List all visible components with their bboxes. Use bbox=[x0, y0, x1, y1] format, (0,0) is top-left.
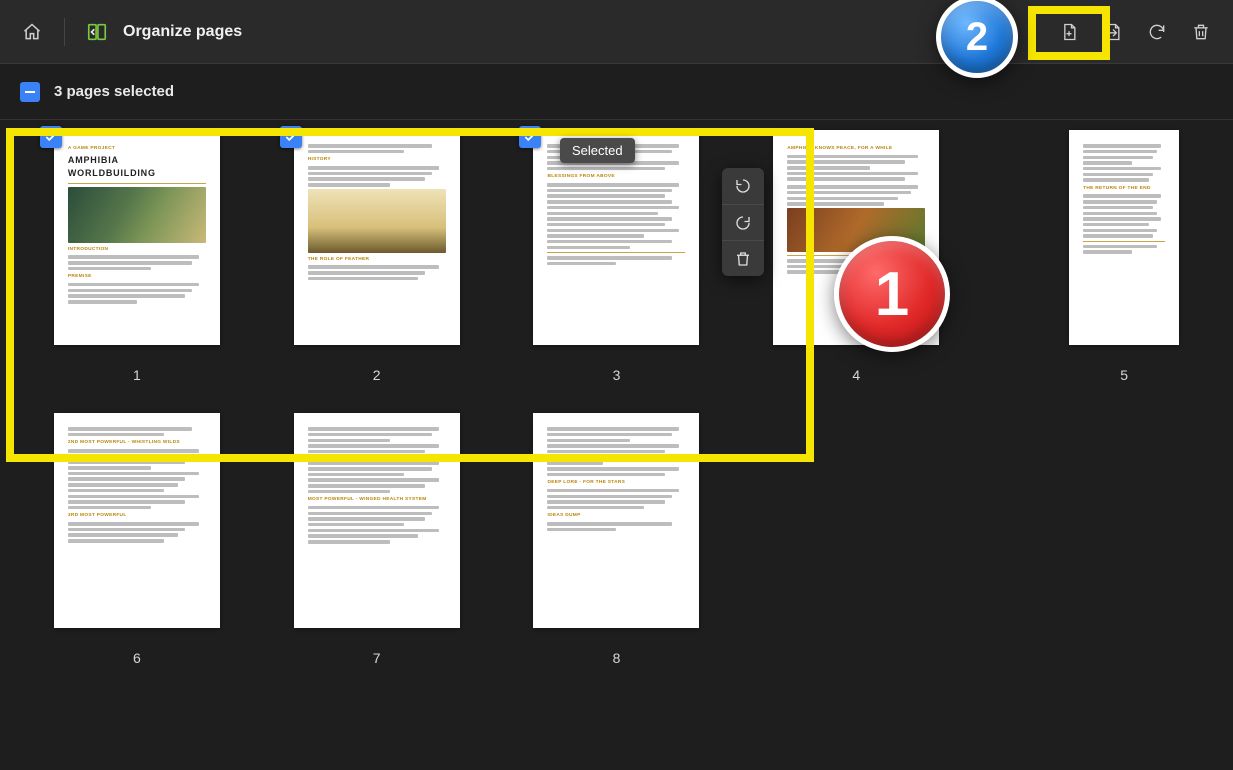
page-thumbnail[interactable]: The Return of the End 5 bbox=[1027, 130, 1221, 383]
extract-page-icon bbox=[1103, 22, 1123, 42]
rotate-icon bbox=[1147, 22, 1167, 42]
page-number: 6 bbox=[133, 650, 141, 666]
rotate-left-icon bbox=[734, 177, 752, 195]
selected-tooltip: Selected bbox=[560, 138, 635, 163]
doc-image bbox=[308, 189, 446, 253]
insert-page-button[interactable] bbox=[1049, 12, 1089, 52]
page-number: 1 bbox=[133, 367, 141, 383]
trash-icon bbox=[734, 250, 752, 268]
page-number: 2 bbox=[373, 367, 381, 383]
indeterminate-icon bbox=[24, 86, 36, 98]
page-number: 8 bbox=[613, 650, 621, 666]
delete-selected-button[interactable] bbox=[722, 240, 764, 276]
rotate-right-button[interactable] bbox=[722, 204, 764, 240]
page-thumbnail[interactable]: History The Role of Feather 2 bbox=[280, 130, 474, 383]
page-number: 3 bbox=[613, 367, 621, 383]
page-action-toolbar bbox=[722, 168, 764, 276]
organize-icon-button[interactable] bbox=[77, 12, 117, 52]
rotate-left-button[interactable] bbox=[722, 168, 764, 204]
page-thumbnail[interactable]: A Game Project AMPHIBIA WORLDBUILDING In… bbox=[40, 130, 234, 383]
select-all-checkbox[interactable] bbox=[20, 82, 40, 102]
page-number: 4 bbox=[852, 367, 860, 383]
page-grid: A Game Project AMPHIBIA WORLDBUILDING In… bbox=[0, 130, 1233, 676]
doc-subhead: A Game Project bbox=[68, 146, 206, 152]
insert-page-icon bbox=[1059, 22, 1079, 42]
page-number: 5 bbox=[1120, 367, 1128, 383]
doc-hero-image bbox=[68, 187, 206, 243]
rotate-page-button[interactable] bbox=[1137, 12, 1177, 52]
separator bbox=[64, 18, 65, 46]
home-button[interactable] bbox=[12, 12, 52, 52]
page-number: 7 bbox=[373, 650, 381, 666]
home-icon bbox=[22, 22, 42, 42]
trash-icon bbox=[1191, 22, 1211, 42]
rotate-right-icon bbox=[734, 214, 752, 232]
page-thumbnail[interactable]: Blessings From Above 3 bbox=[520, 130, 714, 383]
selection-count: 3 pages selected bbox=[54, 83, 174, 100]
extract-page-button[interactable] bbox=[1093, 12, 1133, 52]
delete-page-button[interactable] bbox=[1181, 12, 1221, 52]
page-title: Organize pages bbox=[123, 23, 242, 41]
page-thumbnail[interactable]: 2nd Most Powerful - Whistling Wilds 3rd … bbox=[40, 413, 234, 666]
doc-title: AMPHIBIA WORLDBUILDING bbox=[68, 154, 206, 178]
callout-badge-1: 1 bbox=[834, 236, 950, 352]
page-thumbnail[interactable]: Deep Lore - For the Stars Ideas Dump 8 bbox=[520, 413, 714, 666]
organize-pages-icon bbox=[86, 21, 108, 43]
page-thumbnail[interactable]: Most Powerful - Winged Health System 7 bbox=[280, 413, 474, 666]
